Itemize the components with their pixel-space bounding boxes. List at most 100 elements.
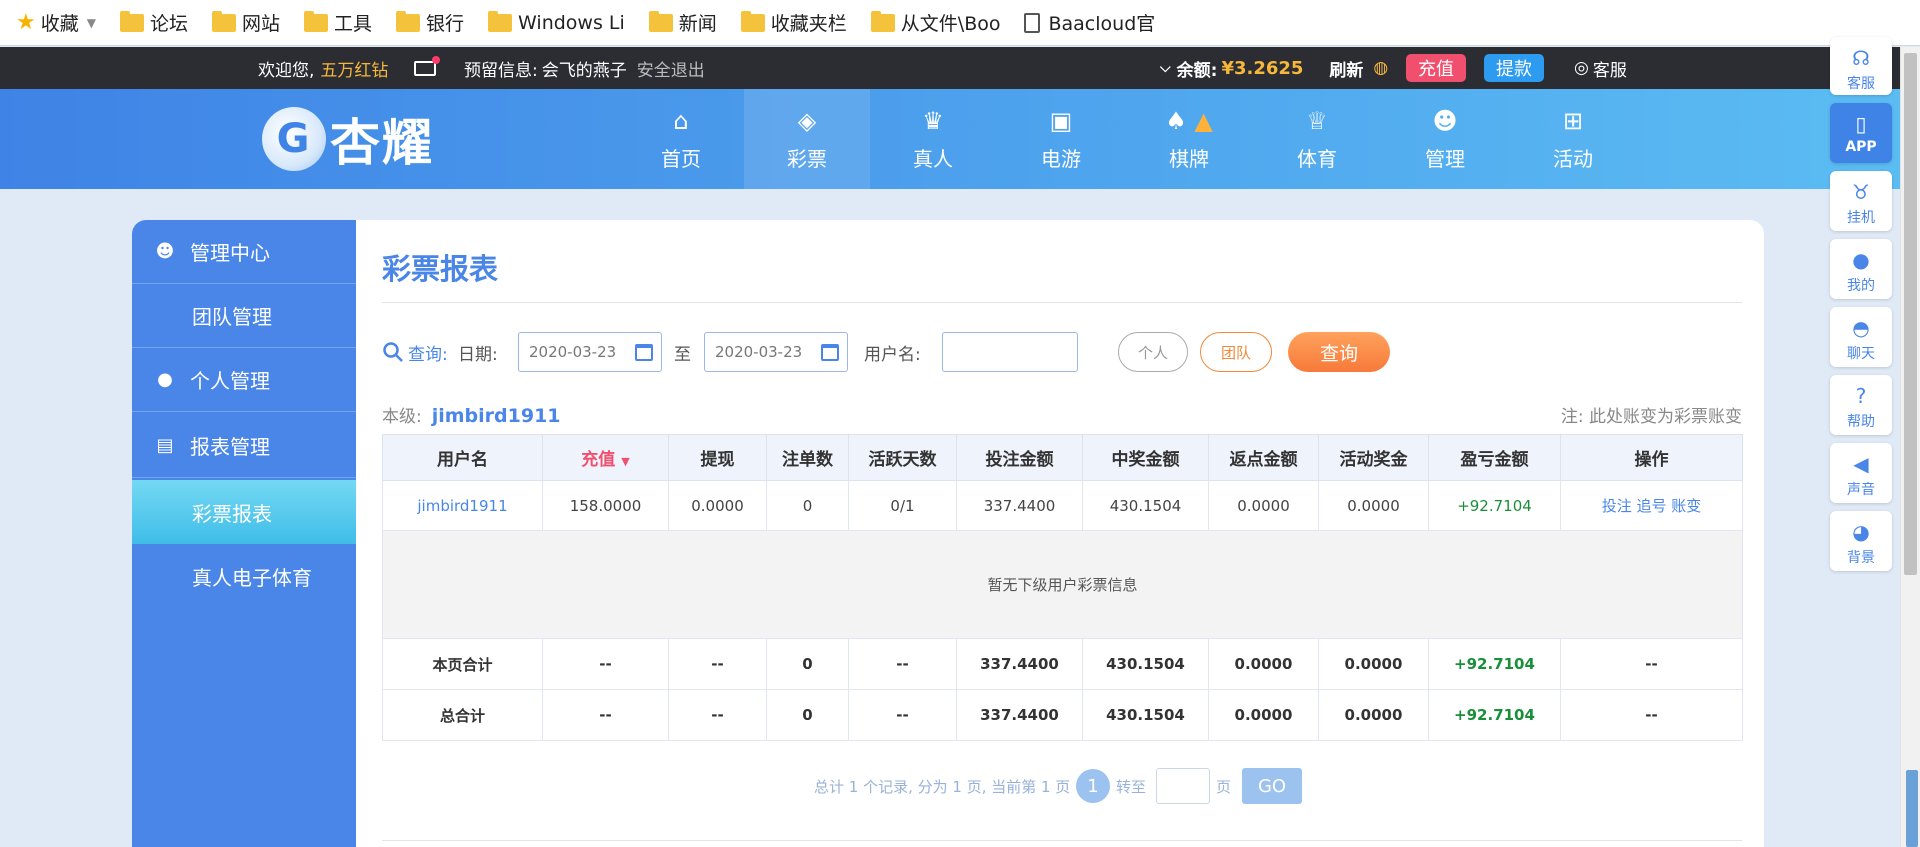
site-logo[interactable]: G 杏耀 [262, 101, 434, 177]
nav-lottery[interactable]: ◈ 彩票 [744, 89, 870, 189]
chat-icon: ◓ [1852, 316, 1870, 340]
logo-crest-icon: G [262, 107, 326, 171]
phone-icon: ▯ [1855, 112, 1867, 136]
divider [382, 840, 1742, 841]
col-orders: 注单数 [766, 434, 849, 481]
top-bar: 欢迎您, 五万红钻 预留信息: 会飞的燕子 安全退出 ⌵ 余额: ¥3.2625… [0, 47, 1900, 89]
nav-slots[interactable]: ▣ 电游 [998, 89, 1124, 189]
cell-recharge: 158.0000 [542, 480, 669, 531]
float-sound-button[interactable]: ◀ 声音 [1830, 443, 1892, 503]
col-win-amount: 中奖金额 [1082, 434, 1209, 481]
folder-icon [740, 10, 765, 32]
eye-hide-icon[interactable]: ◍ [1373, 58, 1388, 78]
bookmark-favorites[interactable]: ★ 收藏 ▼ [16, 9, 96, 36]
folder-icon [396, 10, 421, 32]
nav-home[interactable]: ⌂ 首页 [618, 89, 744, 189]
query-button[interactable]: 查询 [1288, 332, 1390, 372]
mail-icon [414, 55, 440, 76]
sidebar-item-lottery-report[interactable]: 彩票报表 [132, 480, 356, 544]
personal-button[interactable]: 个人 [1118, 332, 1188, 372]
date-to-input[interactable]: 2020-03-23 [704, 332, 848, 372]
cell-actions[interactable]: 投注 追号 账变 [1560, 480, 1743, 531]
service-link[interactable]: ◎ 客服 [1574, 47, 1627, 89]
nav-sports[interactable]: ♕ 体育 [1254, 89, 1380, 189]
reserved-label: 预留信息: [464, 60, 538, 81]
bookmark-folder[interactable]: 从文件\Boo [870, 9, 1000, 36]
recharge-button[interactable]: 充值 [1406, 54, 1466, 82]
nav-cards[interactable]: ♠ ▲ 棋牌 [1126, 89, 1252, 189]
mail-button[interactable] [414, 47, 440, 89]
col-activity-bonus: 活动奖金 [1318, 434, 1429, 481]
float-background-button[interactable]: ◕ 背景 [1830, 511, 1892, 571]
sidebar-item-management-center[interactable]: ☻ 管理中心 [132, 220, 356, 284]
col-recharge[interactable]: 充值 ▼ [542, 434, 669, 481]
headset-icon: ☊ [1852, 46, 1870, 70]
col-actions: 操作 [1560, 434, 1743, 481]
float-mine-button[interactable]: ● 我的 [1830, 239, 1892, 299]
cards-icon: ♠ ▲ [1165, 107, 1213, 135]
team-button[interactable]: 团队 [1200, 332, 1272, 372]
go-button[interactable]: GO [1242, 768, 1302, 804]
scrollbar-thumb[interactable] [1904, 53, 1917, 575]
table-row: jimbird1911 158.0000 0.0000 0 0/1 337.44… [382, 480, 1743, 531]
bookmark-folder[interactable]: Windows Li [488, 10, 625, 34]
bookmark-folder[interactable]: 新闻 [648, 9, 717, 36]
page-number-button[interactable]: 1 [1076, 769, 1110, 803]
table-header: 用户名 充值 ▼ 提现 注单数 活跃天数 投注金额 中奖金额 返点金额 活动奖金… [382, 434, 1743, 481]
username-label: 用户名: [864, 344, 921, 365]
bookmark-folder[interactable]: 网站 [212, 9, 280, 36]
bookmark-folder[interactable]: 工具 [304, 9, 372, 36]
float-chat-button[interactable]: ◓ 聊天 [1830, 307, 1892, 367]
user-icon: ● [1852, 248, 1870, 272]
page-scrollbar[interactable] [1900, 47, 1920, 847]
float-help-button[interactable]: ? 帮助 [1830, 375, 1892, 435]
note-text: 注: 此处账变为彩票账变 [1560, 407, 1742, 427]
cell-username[interactable]: jimbird1911 [382, 480, 543, 531]
folder-icon [870, 10, 895, 32]
date-label: 日期: [458, 344, 498, 365]
float-auto-bet-button[interactable]: ♉ 挂机 [1830, 171, 1892, 231]
document-icon: ▤ [156, 435, 174, 456]
gift-icon: ⊞ [1562, 107, 1584, 135]
sidebar-item-live-electronic-sports[interactable]: 真人电子体育 [132, 544, 356, 608]
logout-link[interactable]: 安全退出 [637, 56, 705, 81]
col-bet-amount: 投注金额 [956, 434, 1083, 481]
fire-icon: ▲ [1194, 107, 1213, 135]
query-bar: 查询: 日期: 2020-03-23 至 2020-03-23 用户名: 个人 … [382, 332, 1742, 372]
bookmark-page[interactable]: Baacloud官 [1024, 9, 1155, 36]
folder-icon [488, 10, 513, 32]
bookmark-folder[interactable]: 收藏夹栏 [740, 9, 847, 36]
cell-bet-amount: 337.4400 [956, 480, 1083, 531]
float-service-button[interactable]: ☊ 客服 [1830, 37, 1892, 95]
withdraw-button[interactable]: 提款 [1484, 54, 1544, 82]
reserved-value: 会飞的燕子 [541, 60, 627, 81]
level-user[interactable]: jimbird1911 [432, 405, 561, 427]
slot-machine-icon: ▣ [1049, 107, 1073, 135]
cell-rebate-amount: 0.0000 [1208, 480, 1319, 531]
main-header: G 杏耀 ⌂ 首页 ◈ 彩票 ♛ 真人 ▣ 电游 ♠ ▲ 棋牌 ♕ 体育 ☻ 管理 ⊞ 活动 [0, 89, 1900, 189]
chevron-down-icon[interactable]: ⌵ [1160, 60, 1171, 76]
balance-label: 余额: [1176, 60, 1218, 81]
empty-message: 暂无下级用户彩票信息 [382, 530, 1743, 639]
folder-icon [304, 10, 329, 32]
bookmark-folder[interactable]: 论坛 [119, 9, 188, 36]
username-input[interactable] [942, 332, 1078, 372]
date-from-input[interactable]: 2020-03-23 [518, 332, 662, 372]
money-bag-icon: ♉ [1852, 180, 1870, 204]
help-icon: ? [1855, 384, 1867, 408]
palette-icon: ◕ [1852, 520, 1870, 544]
search-icon [382, 332, 404, 372]
float-app-button[interactable]: ▯ APP [1830, 103, 1892, 163]
nav-activity[interactable]: ⊞ 活动 [1510, 89, 1636, 189]
sidebar-item-report-management[interactable]: ▤ 报表管理 [132, 414, 356, 478]
sidebar: ☻ 管理中心 团队管理 ● 个人管理 ▤ 报表管理 彩票报表 真人电子体育 [132, 220, 356, 847]
goto-page-input[interactable] [1156, 768, 1210, 804]
sidebar-item-team-management[interactable]: 团队管理 [132, 284, 356, 348]
sidebar-item-personal-management[interactable]: ● 个人管理 [132, 348, 356, 412]
nav-live[interactable]: ♛ 真人 [870, 89, 996, 189]
nav-manage[interactable]: ☻ 管理 [1382, 89, 1508, 189]
calendar-icon [635, 344, 653, 361]
refresh-link[interactable]: 刷新 [1329, 56, 1363, 81]
bookmark-folder[interactable]: 银行 [396, 9, 464, 36]
star-icon: ★ [16, 10, 36, 35]
